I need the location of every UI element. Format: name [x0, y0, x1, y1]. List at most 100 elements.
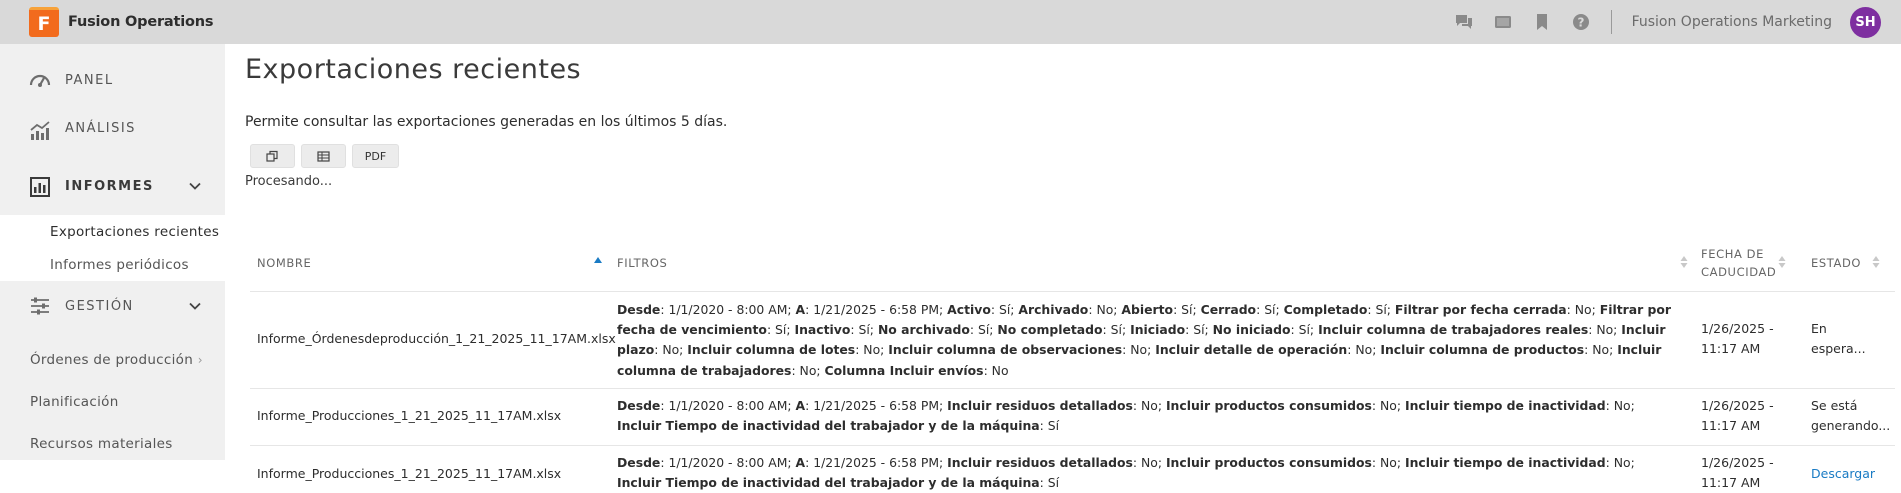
logo-letter: F — [37, 12, 51, 35]
filter-value: : 1/1/2020 - 8:00 AM; — [660, 455, 796, 470]
filter-value: : No; — [1584, 342, 1618, 358]
sidebar-item-panel[interactable]: PANEL — [0, 58, 225, 102]
column-header-name[interactable]: NOMBRE — [257, 254, 311, 272]
filter-item: Incluir Tiempo de inactividad del trabaj… — [617, 475, 1059, 490]
filter-key: A — [795, 455, 806, 470]
filter-item: Incluir columna de observaciones: No; — [888, 342, 1155, 357]
filter-item: Incluir productos consumidos: No; — [1166, 455, 1405, 470]
download-link[interactable]: Descargar — [1811, 464, 1875, 484]
copy-icon — [266, 150, 278, 162]
filter-key: Incluir detalle de operación — [1155, 342, 1348, 358]
chevron-right-icon: › — [197, 353, 203, 367]
sort-asc-icon[interactable] — [594, 254, 602, 268]
filter-item: Filtrar por fecha cerrada: No; — [1395, 302, 1600, 317]
filter-key: Cerrado — [1200, 302, 1257, 317]
filter-value: : No; — [1371, 455, 1405, 470]
top-bar: F Fusion Operations ? Fusion Operations … — [0, 0, 1901, 44]
bookmark-icon[interactable] — [1532, 12, 1552, 32]
filter-key: Activo — [947, 302, 991, 317]
filter-item: Desde: 1/1/2020 - 8:00 AM; — [617, 398, 796, 413]
filter-value: : 1/1/2020 - 8:00 AM; — [660, 398, 796, 413]
filter-key: Completado — [1283, 302, 1368, 317]
sidebar-item-production-orders[interactable]: Órdenes de producción › — [30, 352, 203, 368]
sort-icon[interactable] — [1778, 255, 1786, 269]
filter-key: Filtrar por fecha cerrada — [1394, 302, 1567, 317]
filter-key: Desde — [617, 302, 661, 317]
filter-value: : No; — [1605, 398, 1635, 413]
copy-button[interactable] — [250, 144, 295, 168]
app-logo[interactable]: F — [29, 7, 59, 37]
sidebar-item-analysis[interactable]: ANÁLISIS — [0, 106, 225, 150]
dashboard-icon — [29, 69, 51, 91]
filter-value: : 1/21/2025 - 6:58 PM; — [805, 398, 948, 413]
sliders-icon — [29, 295, 51, 317]
row-divider — [250, 388, 1895, 389]
filter-item: Incluir residuos detallados: No; — [947, 398, 1166, 413]
reports-icon — [29, 176, 51, 198]
filter-value: : No; — [1605, 455, 1635, 470]
video-icon[interactable] — [1493, 12, 1513, 32]
filter-item: Activo: Sí; — [947, 302, 1018, 317]
sidebar-label-analysis: ANÁLISIS — [65, 120, 136, 136]
filter-value: : 1/21/2025 - 6:58 PM; — [805, 455, 948, 470]
filter-key: Incluir productos consumidos — [1165, 398, 1372, 413]
file-name: Informe_Producciones_1_21_2025_11_17AM.x… — [257, 466, 562, 481]
help-icon[interactable]: ? — [1571, 12, 1591, 32]
filter-key: No completado — [997, 322, 1103, 338]
column-header-expiry[interactable]: FECHA DE CADUCIDAD — [1701, 245, 1776, 281]
filter-value: : No — [983, 362, 1009, 378]
expiry-date: 1/26/2025 - — [1701, 321, 1774, 336]
filter-value: : No; — [654, 342, 688, 358]
filter-item: No completado: Sí; — [997, 322, 1130, 337]
sidebar-item-reports[interactable]: INFORMES — [0, 164, 225, 208]
chevron-down-icon[interactable] — [188, 299, 202, 313]
status-text: espera... — [1811, 341, 1866, 356]
sort-icon[interactable] — [1872, 255, 1880, 269]
expiry-header-line2: CADUCIDAD — [1701, 265, 1777, 279]
svg-text:?: ? — [1577, 16, 1584, 30]
filter-value: : Sí; — [1290, 322, 1319, 338]
app-name[interactable]: Fusion Operations — [68, 14, 214, 30]
reports-submenu: Exportaciones recientes Informes periódi… — [0, 215, 225, 281]
expiry-time: 11:17 AM — [1701, 475, 1761, 490]
chevron-down-icon[interactable] — [188, 179, 202, 193]
expiry-time: 11:17 AM — [1701, 341, 1761, 356]
main-content: Exportaciones recientes Permite consulta… — [245, 44, 1901, 490]
filter-value: : Sí; — [1367, 302, 1395, 317]
filter-value: : Sí; — [990, 302, 1019, 317]
organization-name[interactable]: Fusion Operations Marketing — [1632, 14, 1832, 30]
expiry-date: 1/26/2025 - — [1701, 398, 1774, 413]
filter-value: : Sí; — [1185, 322, 1213, 338]
filters-cell: Desde: 1/1/2020 - 8:00 AM; A: 1/21/2025 … — [617, 396, 1682, 436]
filter-key: No archivado — [877, 322, 970, 338]
filter-key: Incluir Tiempo de inactividad del trabaj… — [617, 418, 1040, 434]
column-header-status[interactable]: ESTADO — [1811, 254, 1861, 272]
filter-key: Desde — [617, 398, 661, 413]
sidebar-item-management[interactable]: GESTIÓN — [0, 284, 225, 328]
sidebar-subitem-recent-exports[interactable]: Exportaciones recientes — [50, 224, 219, 240]
sidebar-subitem-periodic-reports[interactable]: Informes periódicos — [50, 257, 189, 273]
sidebar-item-planning[interactable]: Planificación — [30, 394, 119, 410]
filter-value: : No; — [1088, 302, 1122, 317]
filter-key: Incluir columna de observaciones — [888, 342, 1123, 358]
row-divider — [250, 445, 1895, 446]
filter-item: Incluir columna de productos: No; — [1380, 342, 1617, 357]
filter-value: : No; — [1347, 342, 1381, 358]
column-header-filters[interactable]: FILTROS — [617, 254, 667, 272]
filter-item: Incluir columna de trabajadores reales: … — [1318, 322, 1621, 337]
sort-icon[interactable] — [1680, 255, 1688, 269]
filter-value: : No; — [1588, 322, 1622, 338]
csv-button[interactable] — [301, 144, 346, 168]
filter-key: Incluir productos consumidos — [1165, 455, 1372, 470]
sidebar-item-material-resources[interactable]: Recursos materiales — [30, 436, 173, 452]
filter-item: Incluir tiempo de inactividad: No; — [1405, 398, 1635, 413]
avatar[interactable]: SH — [1850, 6, 1881, 38]
filters-cell: Desde: 1/1/2020 - 8:00 AM; A: 1/21/2025 … — [617, 300, 1682, 381]
chat-icon[interactable] — [1454, 12, 1474, 32]
sidebar-label-management: GESTIÓN — [65, 298, 134, 314]
processing-indicator: Procesando... — [245, 174, 333, 189]
pdf-button[interactable]: PDF — [352, 144, 399, 168]
filter-value: : No; — [855, 342, 889, 358]
header-divider — [250, 291, 1895, 292]
filter-value: : No; — [791, 362, 825, 378]
